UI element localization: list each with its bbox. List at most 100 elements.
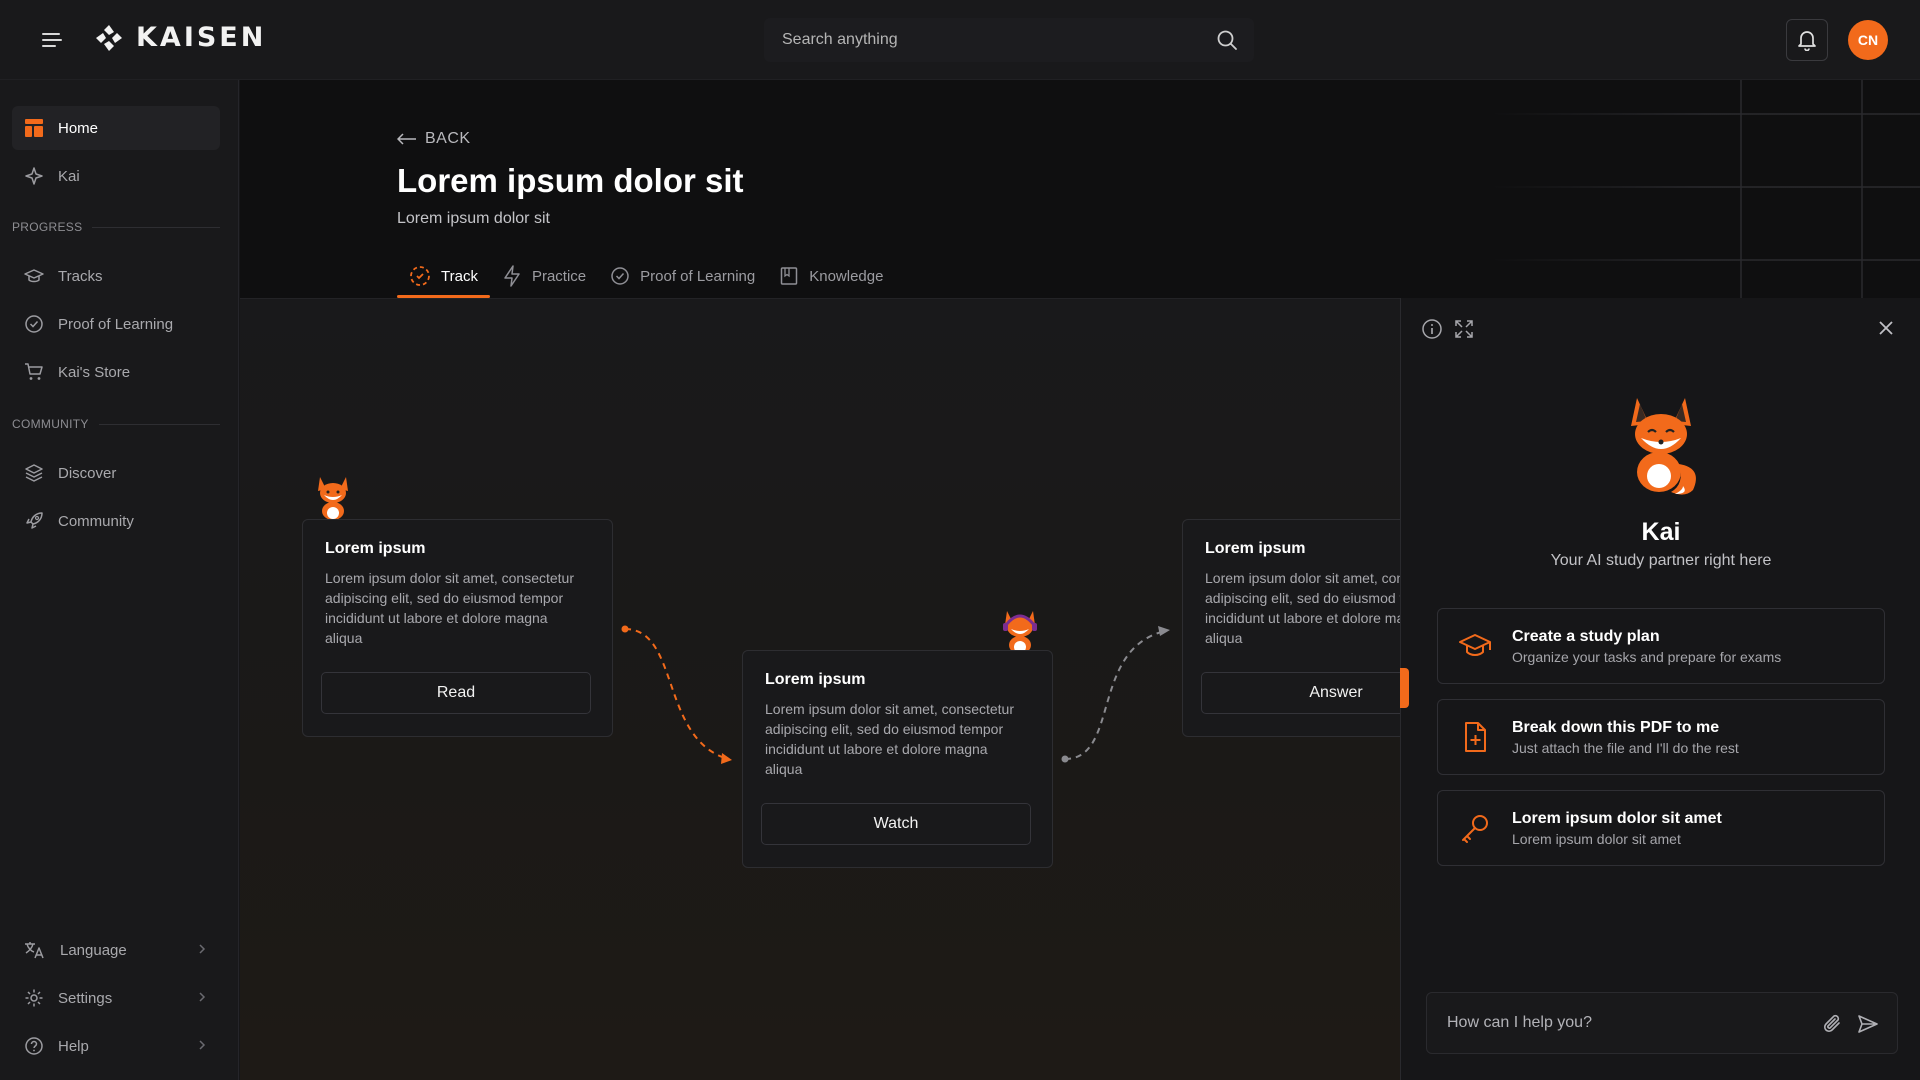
search-bar[interactable]: [764, 18, 1254, 62]
chat-input[interactable]: [1427, 1014, 1797, 1032]
graduation-cap-icon: [1459, 634, 1491, 656]
send-icon[interactable]: [1857, 1013, 1879, 1035]
track-canvas: Lorem ipsum Lorem ipsum dolor sit amet, …: [240, 298, 1400, 1080]
sidebar-item-kai[interactable]: Kai: [12, 154, 220, 198]
assistant-name: Kai: [1641, 518, 1681, 546]
page-header: BACK Lorem ipsum dolor sit Lorem ipsum d…: [240, 80, 1920, 298]
track-card: Lorem ipsum Lorem ipsum dolor sit amet, …: [302, 519, 613, 737]
sparkle-icon: [25, 167, 43, 185]
back-label: BACK: [425, 130, 471, 147]
sidebar-item-label: Discover: [58, 464, 117, 482]
bell-icon: [1798, 31, 1816, 51]
card-body: Lorem ipsum dolor sit amet, consectetur …: [325, 570, 574, 646]
back-button[interactable]: BACK: [397, 130, 471, 148]
suggestion-title: Lorem ipsum dolor sit amet: [1512, 809, 1722, 827]
section-community-label: COMMUNITY: [12, 417, 89, 431]
sidebar-item-label: Community: [58, 512, 134, 530]
rocket-icon: [26, 512, 43, 529]
search-input[interactable]: [764, 31, 1184, 49]
bolt-icon: [504, 265, 520, 287]
sidebar-item-discover[interactable]: Discover: [12, 451, 220, 495]
paperclip-icon[interactable]: [1823, 1013, 1843, 1035]
cart-icon: [25, 363, 43, 380]
tab-label: Proof of Learning: [640, 267, 756, 285]
watch-button[interactable]: Watch: [761, 803, 1031, 845]
suggestion-create-study-plan[interactable]: Create a study plan Organize your tasks …: [1437, 608, 1885, 684]
kaisen-logo-icon: [96, 24, 122, 51]
track-icon: [410, 266, 430, 286]
sidebar-item-kais-store[interactable]: Kai's Store: [12, 350, 220, 394]
card-title: Lorem ipsum: [325, 540, 426, 557]
tab-label: Knowledge: [809, 267, 884, 285]
brand-name: KAISEN: [136, 22, 267, 53]
sidebar-item-home[interactable]: Home: [12, 106, 220, 150]
sidebar: Home Kai PROGRESS Tracks Proof of Learni…: [0, 80, 239, 1080]
sidebar-item-language[interactable]: Language: [12, 928, 220, 972]
avatar[interactable]: CN: [1848, 20, 1888, 60]
suggestion-desc: Organize your tasks and prepare for exam…: [1512, 648, 1782, 665]
help-icon: [25, 1037, 43, 1055]
notifications-button[interactable]: [1786, 19, 1828, 61]
tab-track[interactable]: Track: [397, 256, 490, 298]
check-circle-icon: [25, 315, 43, 333]
suggestion-desc: Lorem ipsum dolor sit amet: [1512, 830, 1681, 847]
tab-label: Track: [441, 267, 478, 285]
assistant-tagline: Your AI study partner right here: [1550, 552, 1772, 569]
suggestion-lorem-ipsum[interactable]: Lorem ipsum dolor sit amet Lorem ipsum d…: [1437, 790, 1885, 866]
sidebar-item-community[interactable]: Community: [12, 499, 220, 543]
card-title: Lorem ipsum: [1205, 540, 1306, 557]
card-title: Lorem ipsum: [765, 671, 866, 688]
answer-button[interactable]: Answer: [1201, 672, 1400, 714]
suggestion-desc: Just attach the file and I'll do the res…: [1512, 739, 1739, 756]
translate-icon: [25, 942, 44, 959]
section-community: COMMUNITY: [12, 417, 220, 431]
suggestion-title: Create a study plan: [1512, 627, 1660, 645]
info-icon[interactable]: [1421, 318, 1443, 340]
home-icon: [25, 119, 43, 137]
read-button[interactable]: Read: [321, 672, 591, 714]
gear-icon: [25, 989, 43, 1007]
tab-bar: Track Practice Proof of Learning Knowled…: [397, 256, 895, 298]
arrow-left-icon: [397, 133, 416, 145]
close-icon[interactable]: [1876, 318, 1896, 338]
search-icon[interactable]: [1216, 29, 1238, 51]
sidebar-item-label: Language: [60, 941, 127, 959]
sidebar-item-help[interactable]: Help: [12, 1024, 220, 1068]
section-progress: PROGRESS: [12, 220, 220, 234]
card-body: Lorem ipsum dolor sit amet, consectetur …: [1205, 570, 1400, 646]
sidebar-item-label: Settings: [58, 989, 113, 1007]
page-subtitle: Lorem ipsum dolor sit: [397, 210, 550, 227]
chevron-right-icon: [199, 944, 206, 954]
panel-resize-handle[interactable]: [1400, 668, 1409, 708]
sidebar-item-tracks[interactable]: Tracks: [12, 254, 220, 298]
menu-icon[interactable]: [36, 26, 68, 54]
brand-logo[interactable]: KAISEN: [94, 22, 266, 53]
suggestion-break-down-pdf[interactable]: Break down this PDF to me Just attach th…: [1437, 699, 1885, 775]
expand-icon[interactable]: [1453, 318, 1475, 340]
book-icon: [780, 267, 798, 285]
kai-fox-mascot-icon: [1631, 398, 1696, 495]
sidebar-item-proof-of-learning[interactable]: Proof of Learning: [12, 302, 220, 346]
kai-assistant-panel: Kai Your AI study partner right here Cre…: [1400, 298, 1920, 1080]
page-title: Lorem ipsum dolor sit: [397, 162, 744, 199]
sidebar-item-label: Proof of Learning: [58, 315, 174, 333]
tab-knowledge[interactable]: Knowledge: [767, 256, 895, 296]
layers-icon: [25, 464, 43, 482]
grid-decoration: [1490, 80, 1920, 298]
chevron-right-icon: [199, 992, 206, 1002]
sidebar-item-label: Kai: [58, 167, 80, 185]
top-bar: KAISEN CN: [0, 0, 1920, 80]
sidebar-item-settings[interactable]: Settings: [12, 976, 220, 1020]
tab-proof-of-learning[interactable]: Proof of Learning: [598, 256, 767, 296]
chat-composer: [1426, 992, 1898, 1054]
sidebar-item-label: Kai's Store: [58, 363, 131, 381]
sidebar-item-label: Home: [58, 119, 99, 137]
track-card: Lorem ipsum Lorem ipsum dolor sit amet, …: [1182, 519, 1400, 737]
card-body: Lorem ipsum dolor sit amet, consectetur …: [765, 701, 1014, 777]
suggestion-title: Break down this PDF to me: [1512, 718, 1720, 736]
tab-practice[interactable]: Practice: [490, 256, 598, 296]
key-icon: [1462, 815, 1488, 843]
file-plus-icon: [1465, 722, 1486, 752]
section-progress-label: PROGRESS: [12, 220, 83, 234]
track-card: Lorem ipsum Lorem ipsum dolor sit amet, …: [742, 650, 1053, 868]
